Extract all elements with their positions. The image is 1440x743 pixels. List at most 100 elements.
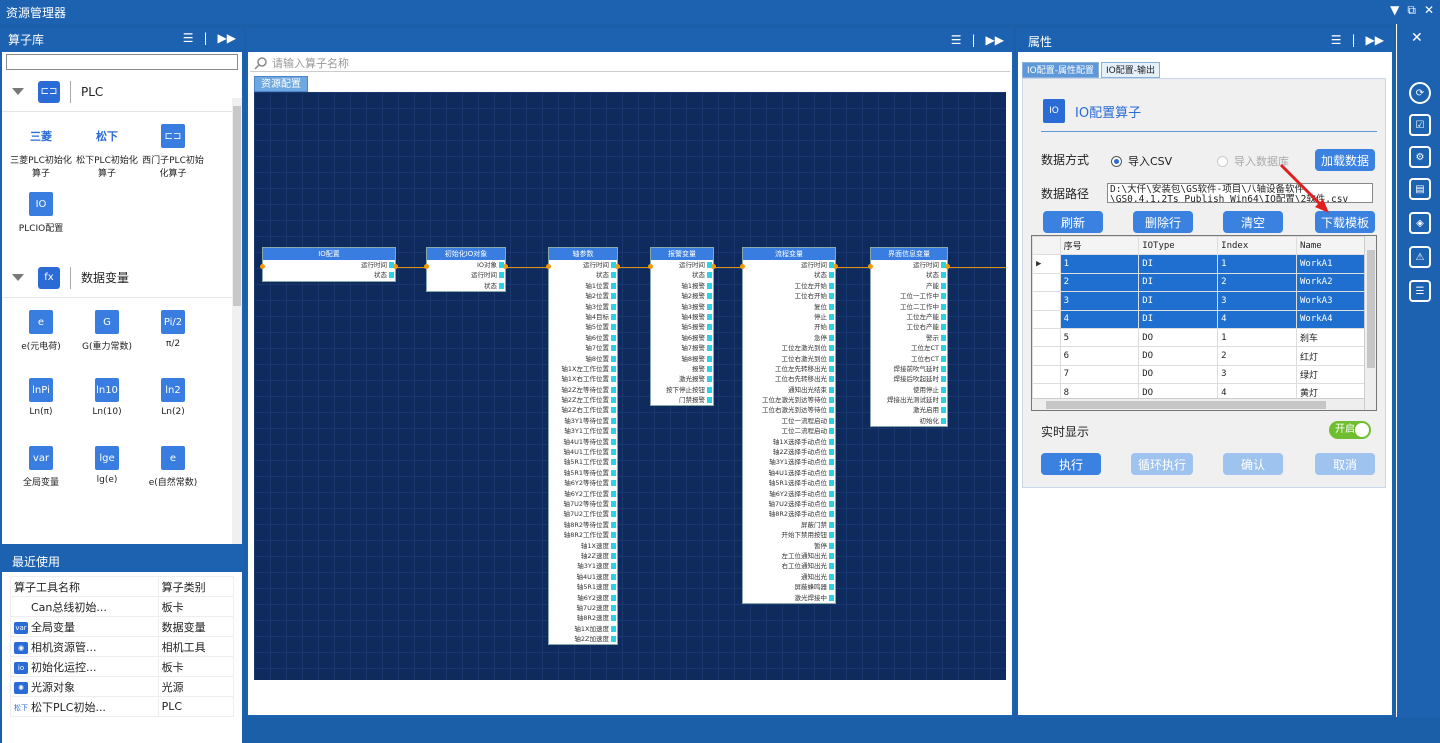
flow-node-port[interactable]: 轴4U1速度: [549, 572, 617, 582]
flow-node-port[interactable]: 工位一流程启动: [743, 416, 835, 426]
flow-node-port[interactable]: 通知出光结束: [743, 385, 835, 395]
checklist-icon[interactable]: ☑: [1409, 114, 1431, 136]
flow-node[interactable]: 流程变量 运行时间 状态 工位左开始 工位右开始 复位 停止 开始 急停 工位左激光到位 工位右激光…: [740, 247, 838, 604]
flow-node-port[interactable]: 轴7位置: [549, 343, 617, 353]
flow-node-port[interactable]: 运行时间: [263, 260, 395, 270]
pin-icon[interactable]: |: [203, 31, 207, 45]
flow-node-port[interactable]: 状态: [427, 281, 505, 291]
confirm-button[interactable]: 确认: [1223, 453, 1283, 475]
flow-node-port[interactable]: 工位左开始: [743, 281, 835, 291]
list-icon[interactable]: ☰: [1409, 280, 1431, 302]
cell[interactable]: DO: [1138, 346, 1219, 366]
tab-io-output[interactable]: IO配置-输出: [1101, 62, 1160, 78]
pin-icon[interactable]: |: [1351, 33, 1355, 47]
flow-node-port[interactable]: IO对象: [427, 260, 505, 270]
flow-node-port[interactable]: 运行时间: [427, 270, 505, 280]
row-selector[interactable]: [1032, 327, 1061, 348]
flow-node-port[interactable]: 工位右开始: [743, 291, 835, 301]
table-row[interactable]: 7 DO 3 绿灯: [1032, 364, 1376, 385]
flow-node-port[interactable]: 轴8R2速度: [549, 613, 617, 623]
flow-node-port[interactable]: 屏蔽蜂鸣器: [743, 582, 835, 592]
restore-icon[interactable]: ⧉: [1407, 3, 1416, 18]
tile-ln-10[interactable]: ln10 Ln(10): [74, 372, 140, 440]
flow-node-port[interactable]: 工位右激光到达等待位: [743, 405, 835, 415]
flow-node-port[interactable]: 轴4U1等待位置: [549, 437, 617, 447]
flow-node-port[interactable]: 右工位通知出光: [743, 561, 835, 571]
flow-node[interactable]: 初始化IO对象 IO对象 运行时间 状态: [424, 247, 508, 293]
refresh-button[interactable]: 刷新: [1043, 211, 1103, 233]
flow-node-port[interactable]: 停止: [743, 312, 835, 322]
flow-node-port[interactable]: 工位右先转移出光: [743, 374, 835, 384]
flow-node-port[interactable]: 工位右产能: [871, 322, 947, 332]
tile-elementary-charge[interactable]: e e(元电荷): [8, 304, 74, 372]
pin-icon[interactable]: |: [971, 33, 975, 47]
flow-node-port[interactable]: 轴5位置: [549, 322, 617, 332]
row-selector[interactable]: [1032, 364, 1061, 385]
row-selector[interactable]: [1032, 291, 1061, 311]
operator-search[interactable]: 请输入算子名称: [250, 54, 1010, 72]
cell[interactable]: DI: [1138, 272, 1219, 293]
flow-node-port[interactable]: 轴8R2选择手动点位: [743, 509, 835, 519]
cell[interactable]: DI: [1138, 291, 1219, 311]
flow-node-title[interactable]: 轴参数: [549, 248, 617, 260]
tile-plc-io-config[interactable]: IO PLCIO配置: [8, 186, 74, 254]
flow-node-port[interactable]: 轴6报警: [651, 333, 713, 343]
scrollbar-thumb[interactable]: [1367, 250, 1375, 368]
tile-ln-2[interactable]: ln2 Ln(2): [140, 372, 206, 440]
flow-node-port[interactable]: 轴4U1工作位置: [549, 447, 617, 457]
tile-natural-constant[interactable]: e e(自然常数): [140, 440, 206, 508]
flow-node-port[interactable]: 工位二流程启动: [743, 426, 835, 436]
tile-pi-half[interactable]: Pi/2 π/2: [140, 304, 206, 372]
flow-node-port[interactable]: 警示: [871, 333, 947, 343]
cancel-button[interactable]: 取消: [1315, 453, 1375, 475]
table-row[interactable]: 松下 松下PLC初始... PLC: [10, 696, 235, 717]
row-selector[interactable]: [1032, 309, 1061, 329]
layout-icon[interactable]: ▤: [1409, 178, 1431, 200]
warning-icon[interactable]: ⚠: [1409, 246, 1431, 268]
radio-import-csv[interactable]: 导入CSV: [1111, 153, 1172, 169]
delete-row-button[interactable]: 删除行: [1133, 211, 1193, 233]
menu-icon[interactable]: ☰: [1331, 33, 1342, 47]
flow-node-port[interactable]: 激光焊接中: [743, 593, 835, 603]
col-header[interactable]: Index: [1217, 236, 1297, 256]
cell[interactable]: 2: [1217, 272, 1297, 293]
table-row[interactable]: Can总线初始... 板卡: [10, 596, 235, 617]
flow-node-port[interactable]: 运行时间: [651, 260, 713, 270]
flow-node-port[interactable]: 轴6Y2工作位置: [549, 489, 617, 499]
flow-node-port[interactable]: 轴1X左工作位置: [549, 364, 617, 374]
flow-node-port[interactable]: 轴5报警: [651, 322, 713, 332]
flow-node-port[interactable]: 轴6Y2速度: [549, 593, 617, 603]
flow-node-port[interactable]: 开始下禁用按钮: [743, 530, 835, 540]
close-icon[interactable]: ✕: [1424, 3, 1434, 18]
flow-node-port[interactable]: 轴7报警: [651, 343, 713, 353]
tile-ln-pi[interactable]: lnPi Ln(π): [8, 372, 74, 440]
menu-icon[interactable]: ☰: [183, 31, 194, 45]
flow-node-port[interactable]: 轴6Y2选择手动点位: [743, 489, 835, 499]
run-button[interactable]: 执行: [1041, 453, 1101, 475]
flow-node-port[interactable]: 轴1位置: [549, 281, 617, 291]
flow-node-port[interactable]: 轴7U2速度: [549, 603, 617, 613]
row-selector[interactable]: [1032, 272, 1061, 293]
flow-node-port[interactable]: 轴1X速度: [549, 541, 617, 551]
flow-node-port[interactable]: 轴7U2工作位置: [549, 509, 617, 519]
table-row[interactable]: var 全局变量 数据变量: [10, 616, 235, 637]
flow-node-port[interactable]: 轴1报警: [651, 281, 713, 291]
flow-node-port[interactable]: 状态: [651, 270, 713, 280]
flow-node-port[interactable]: 轴4目标: [549, 312, 617, 322]
flow-node-port[interactable]: 轴3位置: [549, 302, 617, 312]
flow-node-port[interactable]: 产能: [871, 281, 947, 291]
cell[interactable]: DO: [1138, 327, 1219, 348]
tile-mitsubishi-plc[interactable]: 三菱 三菱PLC初始化算子: [8, 118, 74, 186]
table-row[interactable]: 4 DI 4 WorkA4: [1032, 309, 1376, 329]
cell[interactable]: DI: [1138, 254, 1219, 274]
table-row[interactable]: 3 DI 3 WorkA3: [1032, 291, 1376, 311]
flow-node-port[interactable]: 工位右激光到位: [743, 354, 835, 364]
expand-arrow-icon[interactable]: [12, 274, 24, 281]
flow-node-port[interactable]: 运行时间: [549, 260, 617, 270]
table-row[interactable]: ✺ 光源对象 光源: [10, 676, 235, 697]
flow-node-port[interactable]: 轴3Y1等待位置: [549, 416, 617, 426]
flow-node-port[interactable]: 轴2位置: [549, 291, 617, 301]
scrollbar-thumb[interactable]: [1046, 401, 1326, 409]
cell[interactable]: 7: [1059, 364, 1140, 385]
flow-node-port[interactable]: 轴2Z左等待位置: [549, 385, 617, 395]
